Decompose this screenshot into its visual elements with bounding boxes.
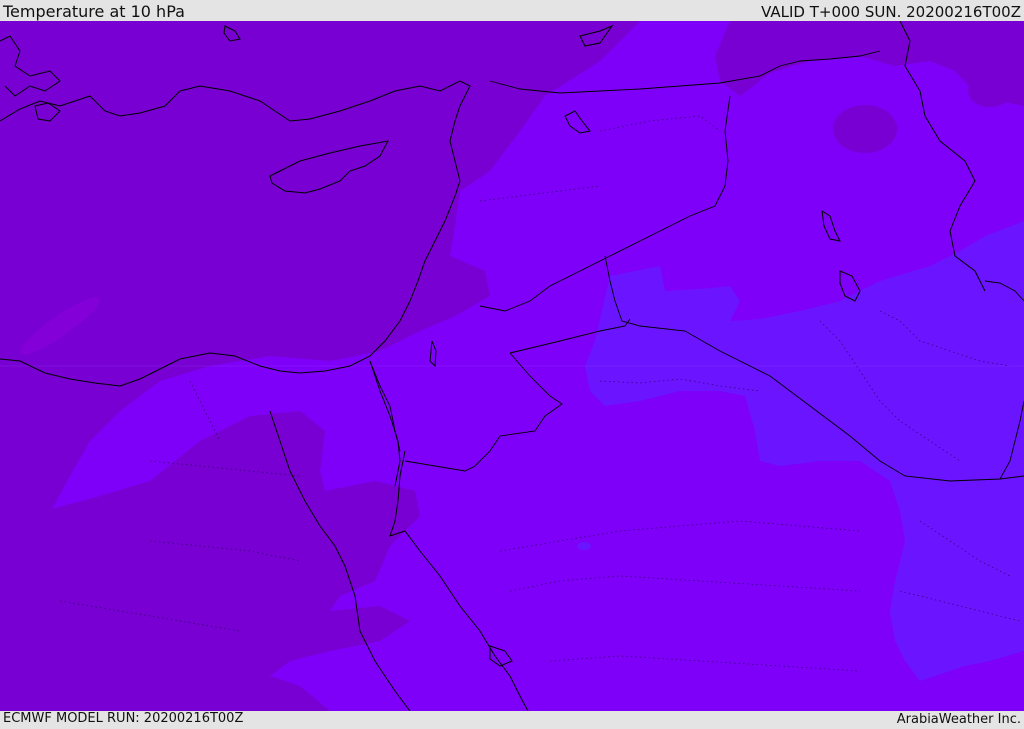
credit: ArabiaWeather Inc. xyxy=(896,712,1021,727)
map-view[interactable] xyxy=(0,21,1024,711)
map-title: Temperature at 10 hPa xyxy=(3,2,185,21)
footer-bar: ECMWF MODEL RUN: 20200216T00Z ArabiaWeat… xyxy=(0,711,1024,729)
temperature-cell-blue-violet xyxy=(577,542,591,550)
model-run: ECMWF MODEL RUN: 20200216T00Z xyxy=(3,711,244,726)
temperature-cell-deep-violet xyxy=(833,105,897,153)
map-canvas xyxy=(0,21,1024,711)
temperature-cell-deep-violet xyxy=(968,75,1012,107)
header-bar: Temperature at 10 hPa VALID T+000 SUN. 2… xyxy=(0,0,1024,21)
valid-time: VALID T+000 SUN. 20200216T00Z xyxy=(761,3,1021,21)
